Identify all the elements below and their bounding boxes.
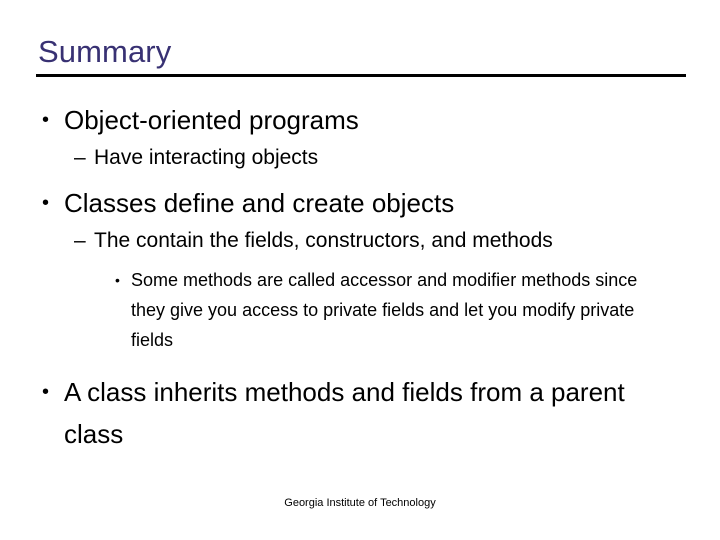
bullet-text: Some methods are called accessor and mod… [131,270,638,350]
slide: Summary • Object-oriented programs – Hav… [0,0,720,540]
bullet-level-3: • Some methods are called accessor and m… [0,265,720,355]
bullet-level-1: • Object-oriented programs [0,99,720,141]
bullet-dot-icon: • [42,192,50,214]
bullet-dot-icon: • [42,109,50,131]
slide-footer: Georgia Institute of Technology [284,497,436,509]
slide-body: • Object-oriented programs – Have intera… [0,99,720,455]
bullet-dot-icon: • [42,381,50,403]
bullet-dash-icon: – [74,229,86,252]
title-divider [36,74,686,77]
bullet-text: The contain the fields, constructors, an… [94,229,553,252]
bullet-text: A class inherits methods and fields from… [64,377,625,449]
bullet-level-2: – The contain the fields, constructors, … [0,224,720,257]
bullet-level-1: • Classes define and create objects [0,182,720,224]
bullet-text: Have interacting objects [94,146,319,169]
bullet-level-1: • A class inherits methods and fields fr… [0,371,720,455]
bullet-level-2: – Have interacting objects [0,141,720,174]
bullet-text: Object-oriented programs [64,105,359,135]
title-block: Summary [36,33,686,77]
bullet-dot-icon: • [115,272,120,288]
bullet-dash-icon: – [74,146,86,169]
page-title: Summary [38,34,172,69]
bullet-text: Classes define and create objects [64,188,455,218]
